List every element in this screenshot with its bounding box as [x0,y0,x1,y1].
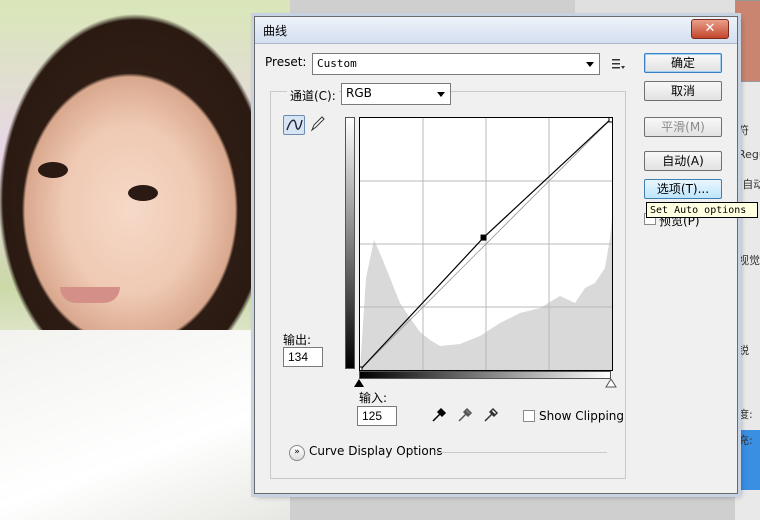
output-gradient-bar [345,117,355,369]
chevron-down-icon [586,62,594,67]
input-field[interactable] [357,406,397,426]
auto-button[interactable]: 自动(A) [644,151,722,171]
channel-label: 通道(C): [287,87,339,104]
eye-right [128,185,158,201]
right-panel-text: Regul [738,148,760,161]
curve-tool-icon [286,119,303,131]
input-gradient-bar [359,371,611,379]
options-tooltip: Set Auto options [646,202,758,218]
pencil-tool-button[interactable] [307,115,329,135]
curves-dialog: 曲线 ✕ Preset: Custom 确定 取消 平滑(M) 自动(A) 选项… [254,16,738,494]
preset-select[interactable]: Custom [312,53,600,75]
right-panel-text: 符 [738,124,749,137]
eye-left [38,162,68,178]
show-clipping-checkbox[interactable] [523,410,535,422]
curve-tool-button[interactable] [283,115,305,135]
white-eyedropper-icon[interactable] [483,407,499,423]
pencil-icon [310,116,325,132]
gray-eyedropper-icon[interactable] [457,407,473,423]
curve-display-options-label[interactable]: Curve Display Options [309,444,443,458]
right-panel-text: 度: [738,408,753,421]
right-panel-text: (自动 [738,178,760,191]
smooth-button[interactable]: 平滑(M) [644,117,722,137]
cancel-button[interactable]: 取消 [644,81,722,101]
dialog-title: 曲线 [263,24,288,38]
close-button[interactable]: ✕ [691,19,729,39]
channel-select[interactable]: RGB [341,83,451,105]
right-panel-text: 视觉 [738,254,760,267]
curve-endpoint [608,118,612,123]
close-icon: ✕ [704,21,716,36]
layer-thumbnail[interactable] [735,0,760,82]
curve-endpoint [360,366,363,370]
expand-icon[interactable]: » [289,445,305,461]
show-clipping-label: Show Clipping [539,409,625,423]
black-point-slider[interactable] [353,379,367,389]
options-button[interactable]: 选项(T)... [644,179,722,199]
input-label: 输入: [359,391,388,405]
channel-value: RGB [346,86,372,100]
output-field[interactable] [283,347,323,367]
chevron-down-icon [437,92,445,97]
shirt [0,330,290,520]
output-label: 输出: [283,333,312,347]
dialog-titlebar[interactable]: 曲线 ✕ [255,17,737,44]
background-photo [0,0,290,520]
preset-menu-icon[interactable] [611,57,625,71]
preset-value: Custom [317,57,357,70]
curve-graph[interactable] [359,117,613,371]
lips [60,287,120,303]
ok-button[interactable]: 确定 [644,53,722,73]
preset-label: Preset: [265,55,307,69]
right-panel-text: 充: [738,434,753,447]
right-panel-text: 锐 [738,344,749,357]
control-point[interactable] [480,234,487,241]
divider [435,452,607,453]
white-point-slider[interactable] [605,379,619,389]
black-eyedropper-icon[interactable] [431,407,447,423]
